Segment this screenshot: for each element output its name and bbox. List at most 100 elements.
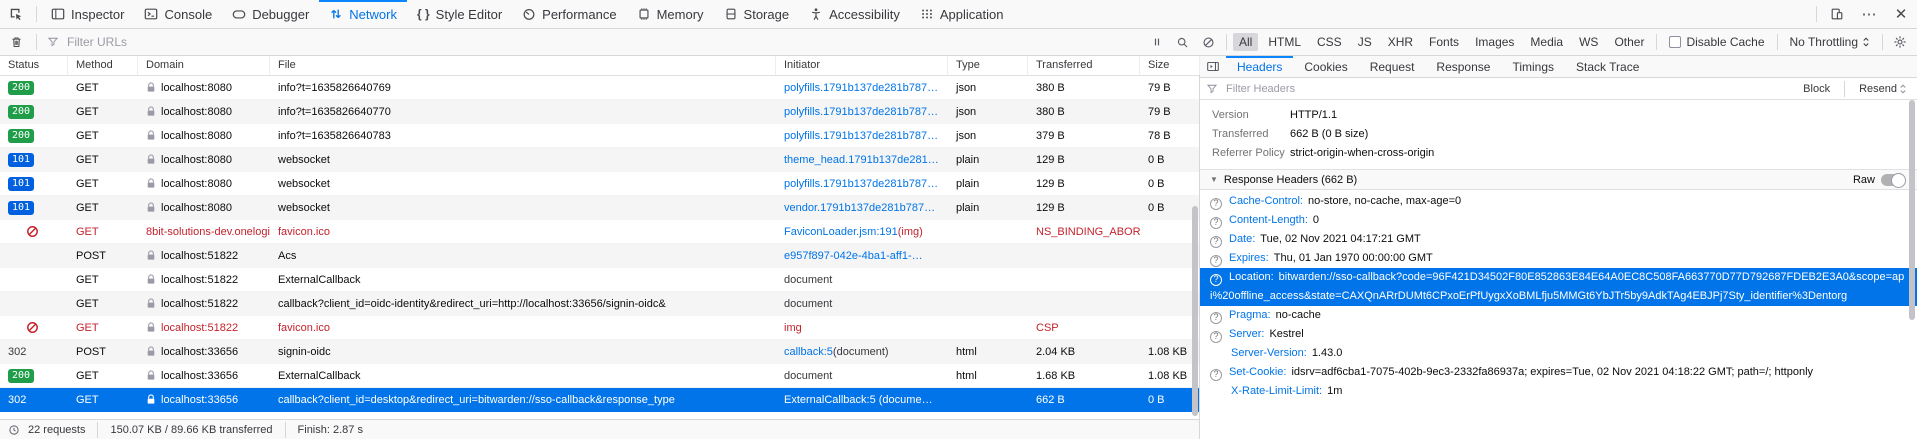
request-row[interactable]: 200GETlocalhost:33656ExternalCallbackdoc… [0,364,1199,388]
request-row[interactable]: 101GETlocalhost:8080websocketvendor.1791… [0,196,1199,220]
type-filter-css[interactable]: CSS [1311,33,1348,51]
column-header-file[interactable]: File [270,56,776,75]
filter-urls-input[interactable] [65,34,1144,50]
disable-cache-toggle[interactable]: Disable Cache [1661,35,1772,49]
size-cell: 1.08 KB [1140,340,1199,363]
request-row[interactable]: POSTlocalhost:51822Acse957f897-042e-4ba1… [0,244,1199,268]
initiator-link[interactable]: polyfills.1791b137de281b787… [784,82,938,94]
type-filter-ws[interactable]: WS [1573,33,1604,51]
column-header-type[interactable]: Type [948,56,1028,75]
filter-headers-input[interactable] [1224,82,1793,96]
request-row[interactable]: 200GETlocalhost:8080info?t=1635826640770… [0,100,1199,124]
header-row-server-version[interactable]: Server-Version:1.43.0 [1200,344,1917,363]
resend-button[interactable]: Resend [1855,83,1911,95]
initiator-link[interactable]: polyfills.1791b137de281b787… [784,178,938,190]
meatball-menu-button[interactable]: ⋯ [1853,0,1885,28]
details-tab-response[interactable]: Response [1425,56,1501,77]
node-picker-button[interactable] [0,0,32,28]
help-icon[interactable]: ? [1210,274,1222,286]
type-filter-other[interactable]: Other [1608,33,1650,51]
header-row-server[interactable]: ?Server:Kestrel [1200,325,1917,344]
request-row[interactable]: GET8bit-solutions-dev.onelogin.…favicon.… [0,220,1199,244]
type-filter-fonts[interactable]: Fonts [1423,33,1465,51]
details-scrollbar[interactable] [1909,100,1915,320]
column-header-transferred[interactable]: Transferred [1028,56,1140,75]
column-header-method[interactable]: Method [68,56,138,75]
toolbox-tab-style-editor[interactable]: { }Style Editor [407,0,512,28]
toolbox-tab-application[interactable]: Application [910,0,1014,28]
toolbox-tab-performance[interactable]: Performance [512,0,626,28]
type-filter-js[interactable]: JS [1352,33,1378,51]
request-row[interactable]: GETlocalhost:51822ExternalCallbackdocume… [0,268,1199,292]
initiator-link[interactable]: FaviconLoader.jsm:191 [784,226,898,238]
search-button[interactable] [1170,36,1196,49]
help-icon[interactable]: ? [1210,331,1222,343]
type-filter-xhr[interactable]: XHR [1382,33,1419,51]
column-header-status[interactable]: Status [0,56,68,75]
responsive-design-button[interactable] [1821,0,1853,28]
collapse-details-button[interactable] [1200,56,1226,77]
toolbox-tab-accessibility[interactable]: Accessibility [799,0,910,28]
column-header-size[interactable]: Size [1140,56,1200,75]
close-devtools-button[interactable]: ✕ [1885,0,1917,28]
details-tab-cookies[interactable]: Cookies [1293,56,1358,77]
details-tab-timings[interactable]: Timings [1501,56,1565,77]
block-url-button[interactable]: Block [1799,83,1834,95]
toolbox-tab-network[interactable]: Network [319,0,407,28]
type-cell [948,316,1028,339]
toolbox-tab-storage[interactable]: Storage [714,0,800,28]
toolbox-tab-inspector[interactable]: Inspector [41,0,134,28]
type-filter-all[interactable]: All [1233,33,1258,51]
clear-requests-button[interactable] [0,29,32,55]
details-tab-stack-trace[interactable]: Stack Trace [1565,56,1650,77]
header-row-pragma[interactable]: ?Pragma:no-cache [1200,306,1917,325]
disable-cache-checkbox[interactable] [1669,36,1681,48]
header-row-content-length[interactable]: ?Content-Length:0 [1200,211,1917,230]
details-tab-request[interactable]: Request [1359,56,1426,77]
request-row[interactable]: 302POSTlocalhost:33656signin-oidccallbac… [0,340,1199,364]
column-header-domain[interactable]: Domain [138,56,270,75]
details-tab-headers[interactable]: Headers [1226,56,1293,77]
initiator-link[interactable]: theme_head.1791b137de281… [784,154,939,166]
request-row[interactable]: 200GETlocalhost:8080info?t=1635826640769… [0,76,1199,100]
help-icon[interactable]: ? [1210,369,1222,381]
throttling-label: No Throttling [1790,35,1858,49]
column-header-initiator[interactable]: Initiator [776,56,948,75]
type-filter-media[interactable]: Media [1524,33,1569,51]
toolbox-tab-console[interactable]: Console [134,0,222,28]
header-row-date[interactable]: ?Date:Tue, 02 Nov 2021 04:17:21 GMT [1200,230,1917,249]
header-row-cache-control[interactable]: ?Cache-Control:no-store, no-cache, max-a… [1200,192,1917,211]
toolbox-tab-memory[interactable]: Memory [627,0,714,28]
initiator-link[interactable]: polyfills.1791b137de281b787… [784,106,938,118]
header-row-expires[interactable]: ?Expires:Thu, 01 Jan 1970 00:00:00 GMT [1200,249,1917,268]
header-row-location[interactable]: ?Location:bitwarden://sso-callback?code=… [1200,268,1917,306]
header-row-x-rate-limit-limit[interactable]: X-Rate-Limit-Limit:1m [1200,382,1917,401]
response-headers-section[interactable]: ▼ Response Headers (662 B) Raw [1200,169,1917,190]
network-settings-button[interactable] [1887,35,1913,49]
throttling-dropdown[interactable]: No Throttling [1782,35,1878,49]
request-list-scrollbar[interactable] [1192,206,1198,416]
request-row[interactable]: 200GETlocalhost:8080info?t=1635826640783… [0,124,1199,148]
type-filter-images[interactable]: Images [1469,33,1520,51]
help-icon[interactable]: ? [1210,198,1222,210]
pause-traffic-button[interactable] [1144,36,1170,48]
initiator-link[interactable]: vendor.1791b137de281b787… [784,202,935,214]
help-icon[interactable]: ? [1210,255,1222,267]
help-icon[interactable]: ? [1210,236,1222,248]
request-row[interactable]: GETlocalhost:51822favicon.icoimgCSP [0,316,1199,340]
help-icon[interactable]: ? [1210,217,1222,229]
initiator-link[interactable]: callback:5 [784,346,833,358]
request-blocking-button[interactable] [1196,36,1222,49]
help-icon[interactable]: ? [1210,312,1222,324]
raw-toggle[interactable] [1881,174,1905,186]
request-row[interactable]: 101GETlocalhost:8080websockettheme_head.… [0,148,1199,172]
header-row-set-cookie[interactable]: ?Set-Cookie:idsrv=adf6cba1-7075-402b-9ec… [1200,363,1917,382]
request-row[interactable]: 101GETlocalhost:8080websocketpolyfills.1… [0,172,1199,196]
type-filter-html[interactable]: HTML [1262,33,1307,51]
expander-triangle-icon[interactable]: ▼ [1210,175,1218,184]
toolbox-tab-debugger[interactable]: Debugger [222,0,319,28]
request-row[interactable]: 302GETlocalhost:33656callback?client_id=… [0,388,1199,412]
initiator-link[interactable]: e957f897-042e-4ba1-aff1-… [784,250,923,262]
request-row[interactable]: GETlocalhost:51822callback?client_id=oid… [0,292,1199,316]
initiator-link[interactable]: polyfills.1791b137de281b787… [784,130,938,142]
